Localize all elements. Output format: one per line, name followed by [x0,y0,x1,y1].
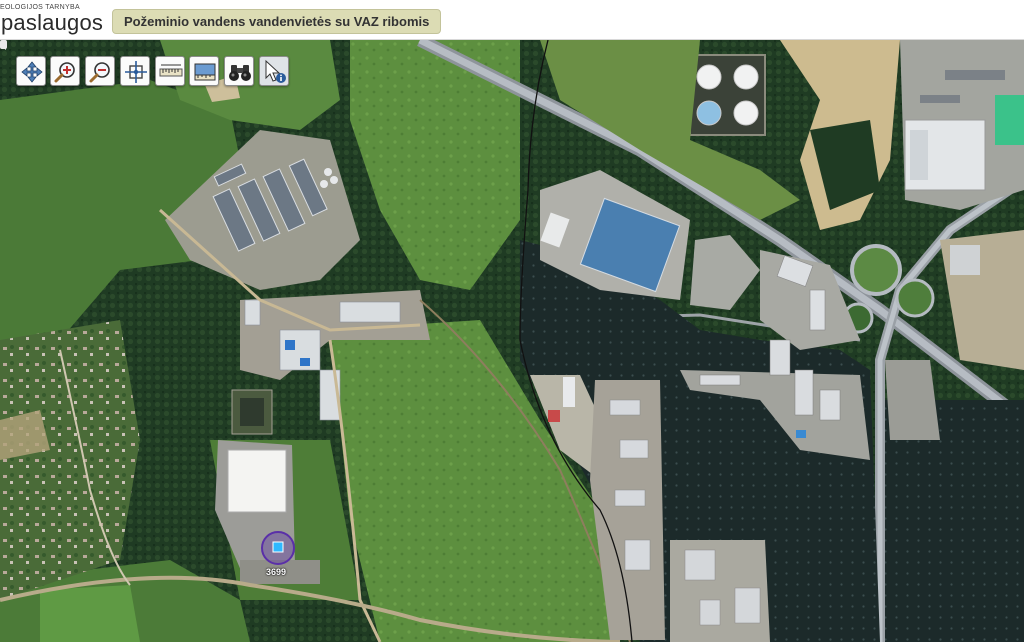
binoculars-icon [229,65,251,81]
identify-cursor-icon [265,59,286,83]
pan-arrows-icon [21,61,43,83]
satellite-imagery [0,40,1024,642]
ruler-icon [159,64,183,77]
side-handle-icon[interactable] [0,40,7,49]
identify-button[interactable] [259,56,289,86]
logo[interactable]: EOLOGIJOS TARNYBA paslaugos [0,4,104,36]
app-header: EOLOGIJOS TARNYBA paslaugos Požeminio va… [0,0,1024,40]
well-marker-label: 3699 [266,567,287,577]
pan-button[interactable] [16,56,46,86]
full-extent-icon [125,61,147,83]
zoom-out-button[interactable] [85,56,115,86]
zoom-out-icon [89,62,110,83]
area-ruler-icon [194,63,216,81]
find-button[interactable] [224,56,254,86]
full-extent-button[interactable] [120,56,150,86]
logo-wordmark: paslaugos [1,10,104,35]
map-toolbar [0,56,300,88]
zoom-in-button[interactable] [50,56,80,86]
well-marker[interactable] [258,528,298,568]
zoom-in-icon [54,62,75,83]
map-view[interactable]: 3699 [0,40,1024,642]
measure-distance-button[interactable] [155,56,185,86]
active-layer-title[interactable]: Požeminio vandens vandenvietės su VAZ ri… [112,9,442,34]
measure-area-button[interactable] [189,56,219,86]
